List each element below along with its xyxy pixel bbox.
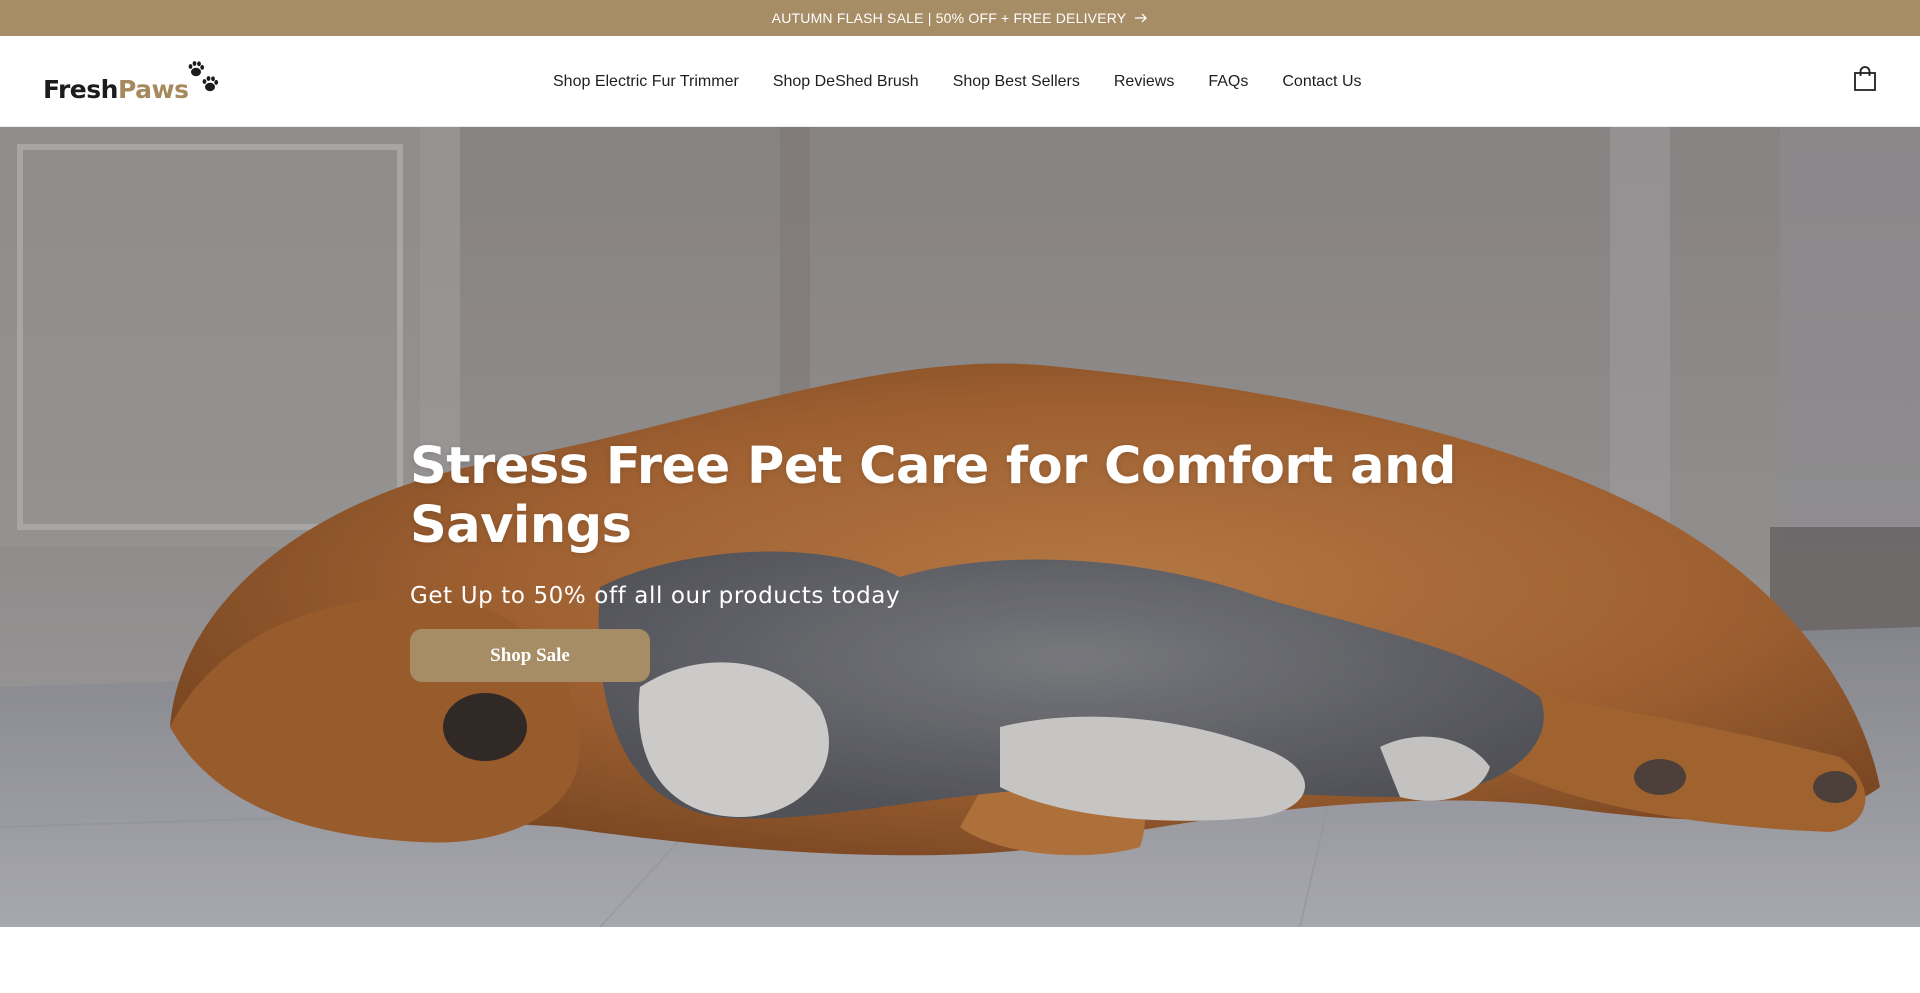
nav-reviews[interactable]: Reviews: [1097, 73, 1191, 91]
announcement-text: AUTUMN FLASH SALE | 50% OFF + FREE DELIV…: [771, 10, 1127, 26]
logo-text-fresh: Fresh: [43, 75, 118, 104]
nav-faqs[interactable]: FAQs: [1191, 73, 1265, 91]
site-header: Fresh Paws Shop Electric Fur Trimmer Sho…: [0, 36, 1920, 127]
announcement-link[interactable]: AUTUMN FLASH SALE | 50% OFF + FREE DELIV…: [772, 10, 1149, 26]
hero-subtitle: Get Up to 50% off all our products today: [410, 583, 901, 609]
announcement-bar: AUTUMN FLASH SALE | 50% OFF + FREE DELIV…: [0, 0, 1920, 36]
page-content-start: [0, 927, 1920, 993]
cart-button[interactable]: [1850, 65, 1880, 97]
hero-content: Stress Free Pet Care for Comfort and Sav…: [410, 437, 1510, 682]
hero-title: Stress Free Pet Care for Comfort and Sav…: [410, 437, 1456, 555]
hero-banner: Stress Free Pet Care for Comfort and Sav…: [0, 127, 1920, 927]
shopping-bag-icon: [1853, 65, 1877, 97]
logo-text-paws: Paws: [117, 75, 189, 104]
nav-contact-us[interactable]: Contact Us: [1265, 73, 1378, 91]
nav-shop-best-sellers[interactable]: Shop Best Sellers: [936, 73, 1097, 91]
arrow-right-icon: [1134, 11, 1148, 25]
main-nav: Shop Electric Fur Trimmer Shop DeShed Br…: [536, 36, 1379, 127]
nav-shop-electric-fur-trimmer[interactable]: Shop Electric Fur Trimmer: [536, 73, 756, 91]
nav-shop-deshed-brush[interactable]: Shop DeShed Brush: [756, 73, 936, 91]
shop-sale-button[interactable]: Shop Sale: [410, 629, 650, 682]
paw-prints-icon: [185, 59, 223, 97]
logo[interactable]: Fresh Paws: [43, 61, 219, 104]
